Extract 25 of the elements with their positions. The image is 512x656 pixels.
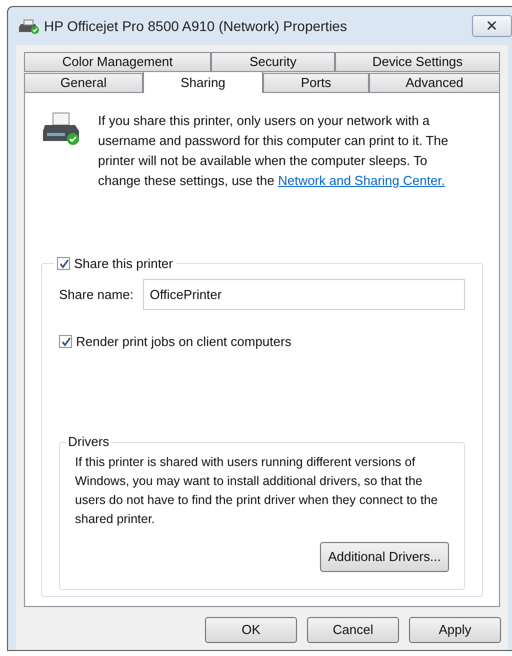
checkbox-label: Share this printer [74,255,173,273]
printer-icon [41,111,81,147]
close-button[interactable]: ✕ [472,15,512,37]
intro-text: If you share this printer, only users on your network with a username and password for this computer can print to it. The printer will not be available when the computer sleeps. To change these settings, use the Network and Sharing Center. [98,112,450,190]
group-title: Drivers [66,434,112,450]
dialog-button[interactable]: Apply [409,617,501,643]
dialog-button[interactable]: Cancel [307,617,399,643]
checkbox[interactable] [59,335,72,348]
dialog-button[interactable]: OK [205,617,297,643]
tab[interactable]: Device Settings [335,52,500,72]
share-name-label: Share name: [59,286,134,304]
tab[interactable]: Sharing [143,71,263,93]
drivers-text: If this printer is shared with users running different versions of Windows, you may want to install additional drivers, so that the users do not have to find the print driver when they connect to the shared printer. [75,454,439,528]
share-name-field[interactable]: OfficePrinter [142,279,465,310]
network-sharing-link[interactable]: Network and Sharing Center. [278,173,445,188]
printer-icon [18,18,40,34]
tab[interactable]: Advanced [369,73,500,93]
checkbox[interactable] [57,257,70,270]
tab[interactable]: General [24,73,143,93]
tab[interactable]: Color Management [24,52,211,72]
additional-drivers-button[interactable]: Additional Drivers... [320,542,449,572]
checkbox-label: Render print jobs on client computers [76,333,292,351]
tab[interactable]: Security [211,52,335,72]
tab[interactable]: Ports [263,73,369,93]
window-title: HP Officejet Pro 8500 A910 (Network) Properties [44,16,347,36]
